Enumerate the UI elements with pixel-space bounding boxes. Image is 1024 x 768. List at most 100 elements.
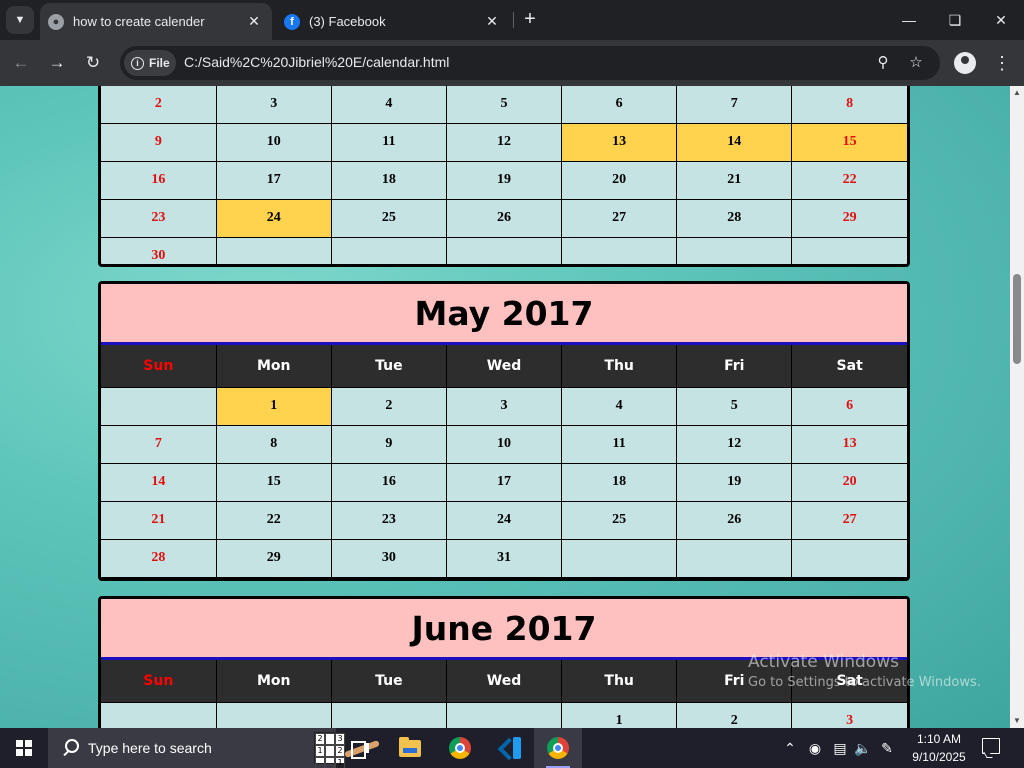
tab-search-dropdown-button[interactable]: ▼ (6, 6, 34, 34)
day-cell[interactable]: 9 (330, 424, 447, 464)
day-cell[interactable]: 1 (215, 387, 332, 426)
day-cell[interactable]: 7 (101, 424, 217, 464)
day-cell[interactable]: 23 (330, 500, 447, 540)
day-cell[interactable]: 25 (561, 500, 678, 540)
day-cell[interactable]: 25 (330, 198, 447, 238)
day-cell[interactable]: 6 (791, 387, 907, 426)
volume-icon[interactable]: 🔈 (853, 728, 873, 768)
close-tab-icon[interactable]: ✕ (244, 13, 264, 30)
day-cell[interactable]: 3 (445, 387, 563, 426)
system-clock[interactable]: 1:10 AM 9/10/2025 (904, 730, 974, 766)
day-cell[interactable]: 4 (330, 86, 447, 124)
day-cell[interactable]: 9 (101, 122, 217, 162)
day-cell[interactable]: 4 (561, 387, 678, 426)
day-cell[interactable]: 24 (445, 500, 563, 540)
day-cell[interactable]: 12 (676, 424, 793, 464)
day-cell[interactable]: 28 (101, 538, 217, 578)
taskbar-search-box[interactable]: Type here to search 23 12 1 (48, 728, 380, 768)
webcam-icon[interactable]: ◉ (805, 728, 825, 768)
zoom-icon[interactable]: ⚲ (872, 52, 894, 74)
day-cell[interactable]: 24 (215, 198, 332, 238)
day-cell[interactable]: 10 (215, 122, 332, 162)
day-cell[interactable]: 7 (676, 86, 793, 124)
day-cell[interactable]: 8 (215, 424, 332, 464)
chrome-active-taskbar-button[interactable] (534, 728, 582, 768)
day-cell[interactable]: 21 (101, 500, 217, 540)
scroll-up-arrow-icon[interactable]: ▲ (1010, 86, 1024, 100)
day-cell[interactable]: 2 (101, 86, 217, 124)
day-cell[interactable]: 3 (215, 86, 332, 124)
day-cell[interactable]: 23 (101, 198, 217, 238)
day-cell[interactable]: 2 (330, 387, 447, 426)
restore-button[interactable]: ❏ (932, 8, 978, 32)
day-cell[interactable]: 11 (561, 424, 678, 464)
page-scrollbar[interactable]: ▲ ▼ (1010, 86, 1024, 728)
day-cell[interactable]: 20 (791, 462, 907, 502)
day-cell[interactable]: 21 (676, 160, 793, 200)
day-cell[interactable]: 27 (791, 500, 907, 540)
day-cell[interactable]: 19 (445, 160, 563, 200)
notification-icon[interactable] (982, 738, 1000, 754)
day-cell[interactable]: 1 (561, 702, 678, 728)
day-cell[interactable]: 16 (330, 462, 447, 502)
url-text[interactable]: C:/Said%2C%20Jibriel%20E/calendar.html (184, 54, 449, 70)
scroll-down-arrow-icon[interactable]: ▼ (1010, 714, 1024, 728)
day-cell[interactable]: 3 (791, 702, 907, 728)
day-cell[interactable]: 16 (101, 160, 217, 200)
chevron-up-icon[interactable]: ⌃ (780, 728, 800, 768)
day-cell[interactable]: 29 (791, 198, 907, 238)
day-cell[interactable]: 29 (215, 538, 332, 578)
reload-button[interactable]: ↻ (80, 50, 106, 76)
close-tab-icon[interactable]: ✕ (482, 13, 502, 30)
minimize-button[interactable]: — (886, 8, 932, 32)
back-button[interactable]: ← (8, 50, 34, 76)
day-cell[interactable]: 5 (445, 86, 563, 124)
day-cell[interactable]: 19 (676, 462, 793, 502)
network-icon[interactable]: ▤ (830, 728, 850, 768)
file-explorer-button[interactable] (386, 728, 434, 768)
task-view-button[interactable] (336, 728, 384, 768)
day-cell[interactable]: 26 (445, 198, 563, 238)
day-cell[interactable]: 11 (330, 122, 447, 162)
vscode-taskbar-button[interactable] (486, 728, 534, 768)
day-cell[interactable]: 12 (445, 122, 563, 162)
day-cell[interactable]: 31 (445, 538, 563, 578)
day-cell[interactable]: 26 (676, 500, 793, 540)
scrollbar-thumb[interactable] (1013, 274, 1021, 364)
day-cell[interactable]: 13 (561, 122, 678, 162)
day-cell[interactable]: 18 (561, 462, 678, 502)
day-cell[interactable]: 30 (330, 538, 447, 578)
star-icon[interactable]: ☆ (905, 52, 927, 74)
start-button[interactable] (0, 728, 48, 768)
day-cell[interactable]: 13 (791, 424, 907, 464)
day-cell[interactable]: 6 (561, 86, 678, 124)
new-tab-button[interactable]: + (520, 9, 540, 31)
day-cell[interactable]: 10 (445, 424, 563, 464)
tab-calendar[interactable]: ● how to create calender ✕ (40, 3, 272, 40)
day-cell[interactable]: 15 (215, 462, 332, 502)
tab-facebook[interactable]: f (3) Facebook ✕ (276, 3, 510, 40)
day-cell[interactable]: 17 (215, 160, 332, 200)
day-cell[interactable]: 20 (561, 160, 678, 200)
day-cell[interactable]: 15 (791, 122, 907, 162)
day-cell[interactable]: 30 (101, 236, 217, 264)
day-cell[interactable]: 14 (101, 462, 217, 502)
forward-button[interactable]: → (44, 50, 70, 76)
more-menu-icon[interactable]: ⋮ (992, 50, 1012, 76)
day-cell[interactable]: 17 (445, 462, 563, 502)
day-cell[interactable]: 8 (791, 86, 907, 124)
address-bar[interactable]: i File C:/Said%2C%20Jibriel%20E/calendar… (120, 46, 940, 80)
site-info-chip[interactable]: i File (124, 50, 176, 76)
day-cell[interactable]: 2 (676, 702, 793, 728)
day-cell[interactable]: 18 (330, 160, 447, 200)
chrome-taskbar-button[interactable] (436, 728, 484, 768)
day-cell[interactable]: 14 (676, 122, 793, 162)
pen-icon[interactable]: ✎ (877, 728, 897, 768)
day-cell[interactable]: 22 (215, 500, 332, 540)
profile-avatar-icon[interactable] (954, 52, 976, 74)
close-window-button[interactable]: ✕ (978, 8, 1024, 32)
day-cell[interactable]: 27 (561, 198, 678, 238)
day-cell[interactable]: 5 (676, 387, 793, 426)
day-cell[interactable]: 28 (676, 198, 793, 238)
day-cell[interactable]: 22 (791, 160, 907, 200)
